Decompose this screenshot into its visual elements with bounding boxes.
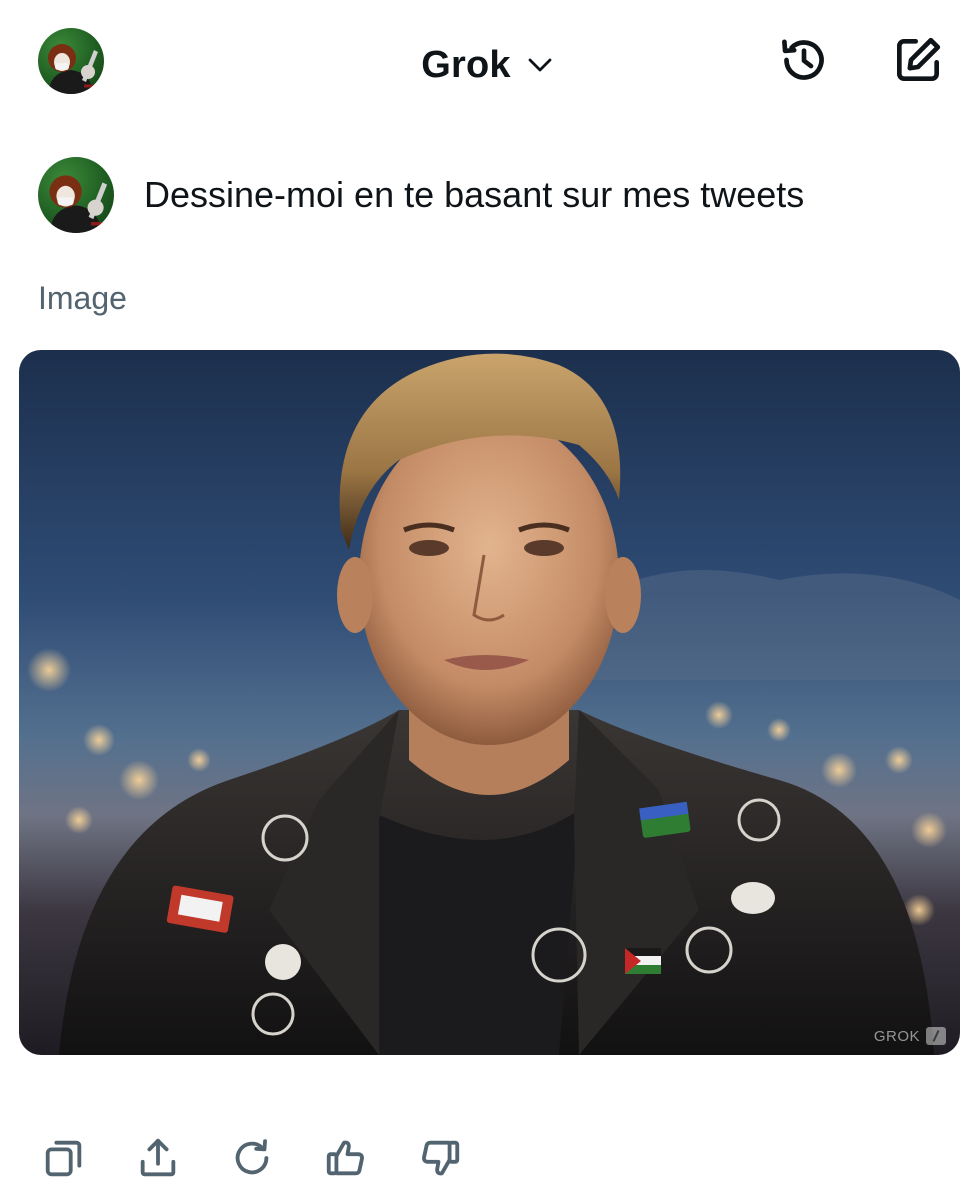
user-message: Dessine-moi en te basant sur mes tweets — [38, 156, 804, 234]
share-button[interactable] — [128, 1128, 188, 1188]
copy-icon — [45, 1140, 82, 1177]
regenerate-button[interactable] — [222, 1128, 282, 1188]
share-icon — [140, 1138, 176, 1177]
dislike-button[interactable] — [410, 1128, 470, 1188]
model-selector[interactable]: Grok — [400, 38, 576, 92]
new-chat-button[interactable] — [888, 30, 948, 90]
watermark-text: GROK — [873, 1027, 920, 1045]
portrait-illustration — [27, 353, 960, 1055]
prompt-text: Dessine-moi en te basant sur mes tweets — [144, 174, 805, 215]
message-avatar[interactable] — [38, 157, 114, 233]
like-button[interactable] — [316, 1128, 376, 1188]
response-type-label: Image — [38, 280, 127, 316]
model-title: Grok — [421, 43, 511, 86]
grok-watermark: GROK — [874, 1027, 946, 1045]
history-icon — [782, 39, 824, 80]
response-actions — [34, 1128, 470, 1188]
top-bar: Grok — [0, 0, 976, 130]
chevron-down-icon — [528, 58, 552, 72]
refresh-icon — [235, 1139, 269, 1175]
generated-image[interactable]: GROK — [19, 350, 960, 1055]
avatar-illustration — [48, 44, 98, 94]
grok-logo-icon — [926, 1027, 946, 1045]
compose-icon — [897, 37, 941, 81]
user-avatar[interactable] — [38, 28, 104, 94]
copy-button[interactable] — [34, 1128, 94, 1188]
thumbs-up-icon — [326, 1140, 364, 1176]
thumbs-down-icon — [422, 1140, 460, 1176]
history-button[interactable] — [774, 30, 834, 90]
avatar-illustration — [49, 175, 108, 233]
